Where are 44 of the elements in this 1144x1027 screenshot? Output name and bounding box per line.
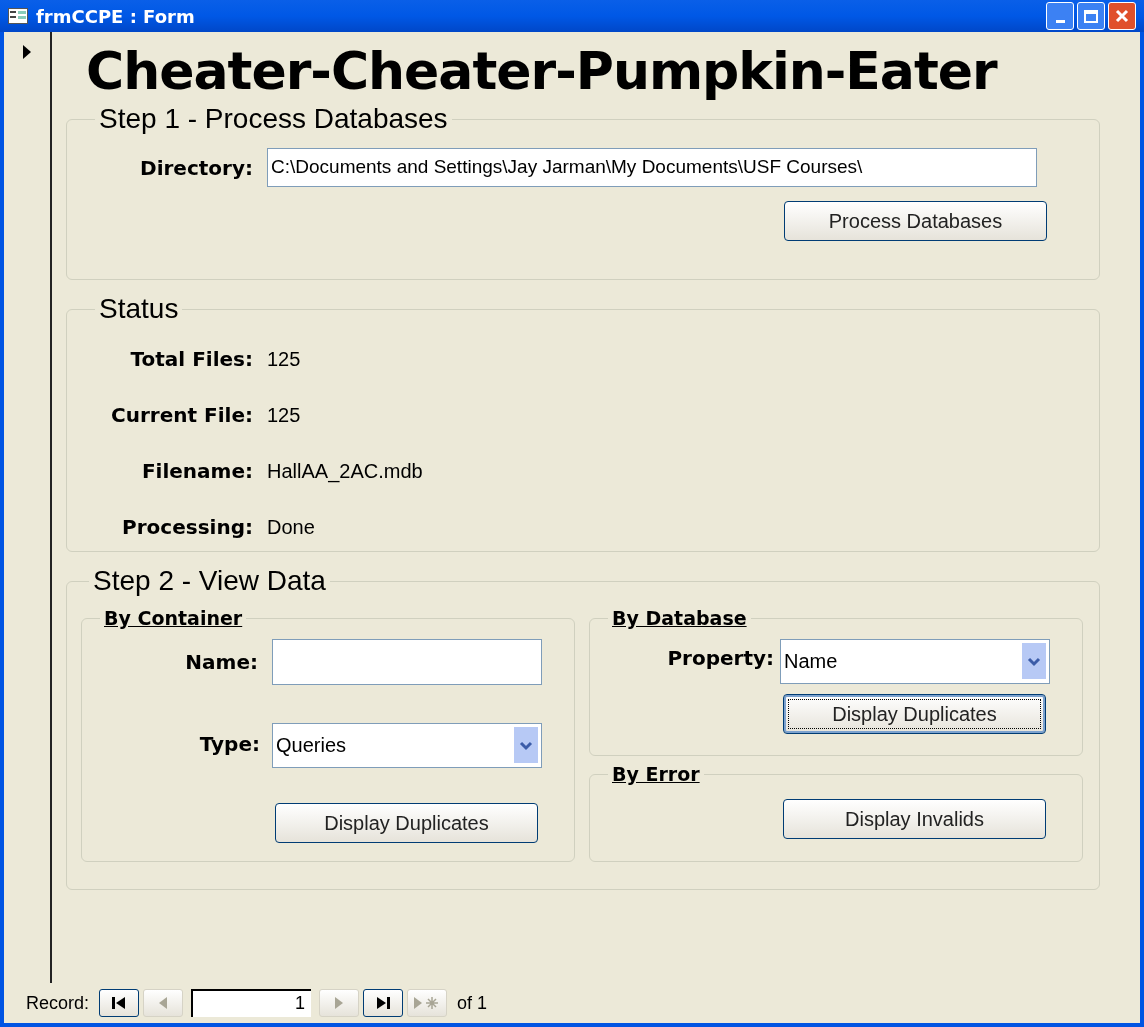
close-button[interactable] [1108, 2, 1136, 30]
status-label: Filename: [140, 458, 254, 485]
field-label: Name: [184, 648, 259, 676]
first-record-button[interactable] [99, 989, 140, 1017]
combo-value: Name [784, 648, 838, 674]
combo-value: Queries [276, 732, 347, 758]
command-button[interactable]: Display Duplicates [275, 802, 538, 843]
status-label: Processing: [121, 514, 254, 541]
status-label: Current File: [110, 402, 254, 429]
status-value: 125 [267, 403, 301, 428]
maximize-button[interactable] [1077, 2, 1105, 30]
status-value: 125 [267, 347, 301, 372]
combo-box[interactable]: Name [780, 638, 1050, 684]
group-title: Step 1 - Process Databases [98, 102, 449, 136]
record-count: of 1 [457, 991, 488, 1015]
combo-box[interactable]: Queries [272, 722, 542, 768]
status-label: Total Files: [129, 346, 254, 373]
status-value: Done [267, 515, 315, 540]
first-record-icon [111, 996, 128, 1010]
group-title: By Container [103, 606, 244, 631]
command-button[interactable]: Display Invalids [783, 798, 1046, 839]
form-icon [8, 8, 28, 24]
current-record-icon [22, 44, 32, 60]
window-title: frmCCPE : Form [36, 4, 195, 29]
form-heading: Cheater-Cheater-Pumpkin-Eater [86, 40, 999, 103]
status-value: HallAA_2AC.mdb [267, 459, 423, 485]
last-record-button[interactable] [363, 989, 404, 1017]
group-title: Status [98, 292, 180, 326]
close-icon [1115, 9, 1129, 23]
command-button[interactable]: Process Databases [784, 201, 1047, 241]
field-label: Property: [666, 644, 775, 672]
name-field[interactable] [272, 638, 542, 685]
record-label: Record: [26, 991, 90, 1015]
group-title: By Error [611, 762, 701, 787]
command-button[interactable]: Display Duplicates [783, 693, 1046, 734]
group-title: By Database [611, 606, 748, 631]
field-label: Directory: [139, 154, 254, 182]
minimize-button[interactable] [1046, 2, 1074, 30]
field-label: Type: [198, 730, 261, 758]
last-record-icon [375, 996, 392, 1010]
record-number-field[interactable]: 1 [191, 989, 312, 1017]
group-title: Step 2 - View Data [92, 564, 327, 598]
directory-field[interactable]: C:\Documents and Settings\Jay Jarman\My Documents\USF Courses\ [267, 148, 1037, 187]
previous-record-icon [157, 996, 170, 1010]
